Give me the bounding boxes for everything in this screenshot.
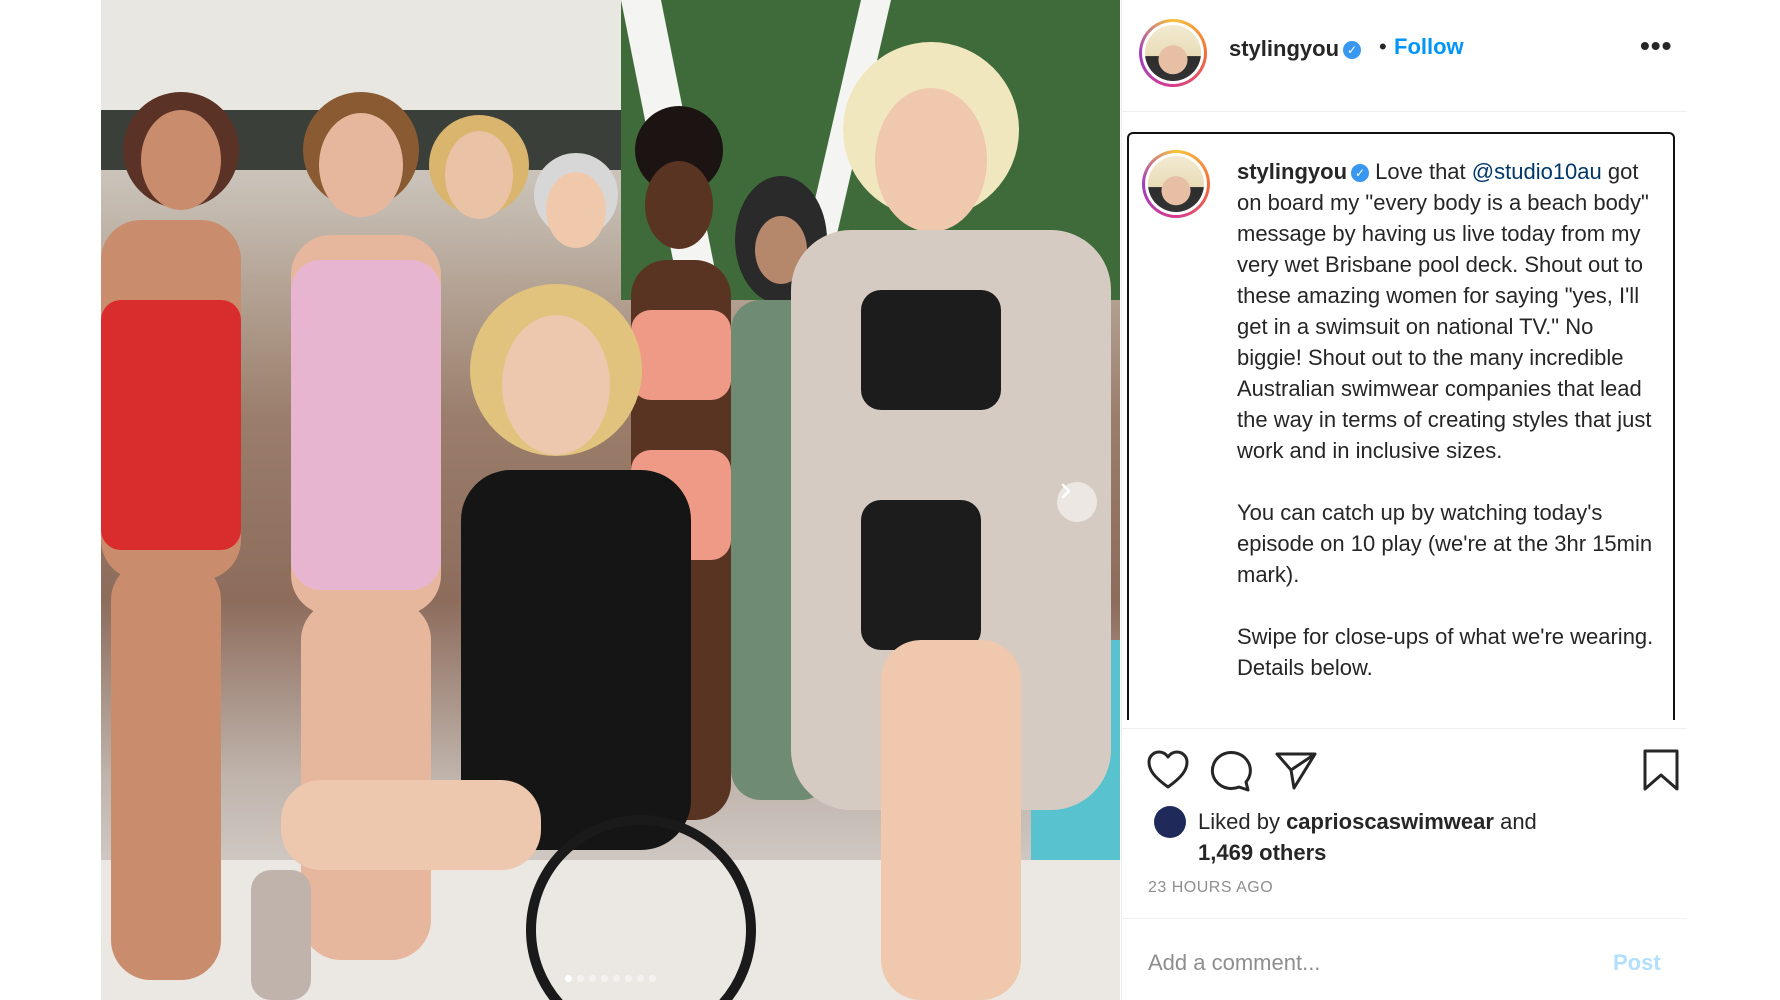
separator: • <box>1379 34 1387 59</box>
verified-badge-icon: ✓ <box>1343 41 1362 59</box>
likes-others[interactable]: 1,469 others <box>1198 840 1326 865</box>
caption-avatar[interactable] <box>1142 150 1210 218</box>
post-details-panel: stylingyou ✓ • Follow ••• stylingyou ✓ Lov… <box>1121 0 1687 1000</box>
carousel-dot <box>589 975 596 982</box>
liker-username[interactable]: caprioscaswimwear <box>1286 809 1494 834</box>
carousel-dot <box>649 975 656 982</box>
carousel-dot <box>625 975 632 982</box>
post-photo-illustration <box>101 0 1120 1000</box>
caption-body: got on board my "every body is a beach b… <box>1237 159 1654 680</box>
carousel-dot <box>637 975 644 982</box>
woman-blonde-back <box>429 115 529 219</box>
caption-section[interactable]: stylingyou ✓ Love that @studio10au got on… <box>1127 132 1675 720</box>
caption-body-start: Love that <box>1375 159 1472 184</box>
post-header: stylingyou ✓ • Follow ••• <box>1122 0 1687 112</box>
comment-divider <box>1122 918 1687 919</box>
avatar-image <box>1145 25 1201 81</box>
share-icon[interactable] <box>1274 750 1318 792</box>
post-photo[interactable] <box>101 0 1120 1000</box>
carousel-dot <box>601 975 608 982</box>
carousel-dot <box>577 975 584 982</box>
actions-divider <box>1122 728 1687 729</box>
woman-red-swimsuit <box>101 92 241 980</box>
mention-link[interactable]: @studio10au <box>1472 159 1602 184</box>
more-options-icon[interactable]: ••• <box>1640 30 1672 62</box>
woman-grey-hair <box>534 153 618 248</box>
carousel-indicator <box>101 975 1120 982</box>
likes-summary: Liked by caprioscaswimwear and 1,469 oth… <box>1198 806 1618 868</box>
carousel-dot <box>565 975 572 982</box>
heart-icon[interactable] <box>1146 750 1190 790</box>
caption-text: stylingyou ✓ Love that @studio10au got on… <box>1237 156 1657 683</box>
post-comment-button[interactable]: Post <box>1613 950 1661 976</box>
caption-username[interactable]: stylingyou <box>1237 159 1347 184</box>
chevron-right-icon <box>1061 483 1071 499</box>
follow-button[interactable]: Follow <box>1394 34 1464 60</box>
comment-input[interactable] <box>1148 948 1588 978</box>
likes-middle: and <box>1493 809 1537 834</box>
carousel-next-button[interactable] <box>1057 482 1097 522</box>
carousel-dot <box>613 975 620 982</box>
verified-badge-icon: ✓ <box>1351 164 1370 182</box>
post-timestamp[interactable]: 23 HOURS AGO <box>1148 879 1273 897</box>
bookmark-icon[interactable] <box>1642 748 1680 792</box>
comment-icon[interactable] <box>1208 750 1252 792</box>
avatar-image <box>1148 156 1204 212</box>
avatar[interactable] <box>1139 19 1207 87</box>
author[interactable]: stylingyou ✓ <box>1229 36 1362 62</box>
likes-prefix: Liked by <box>1198 809 1287 834</box>
author-username[interactable]: stylingyou <box>1229 36 1339 61</box>
liker-avatar[interactable] <box>1154 806 1186 838</box>
